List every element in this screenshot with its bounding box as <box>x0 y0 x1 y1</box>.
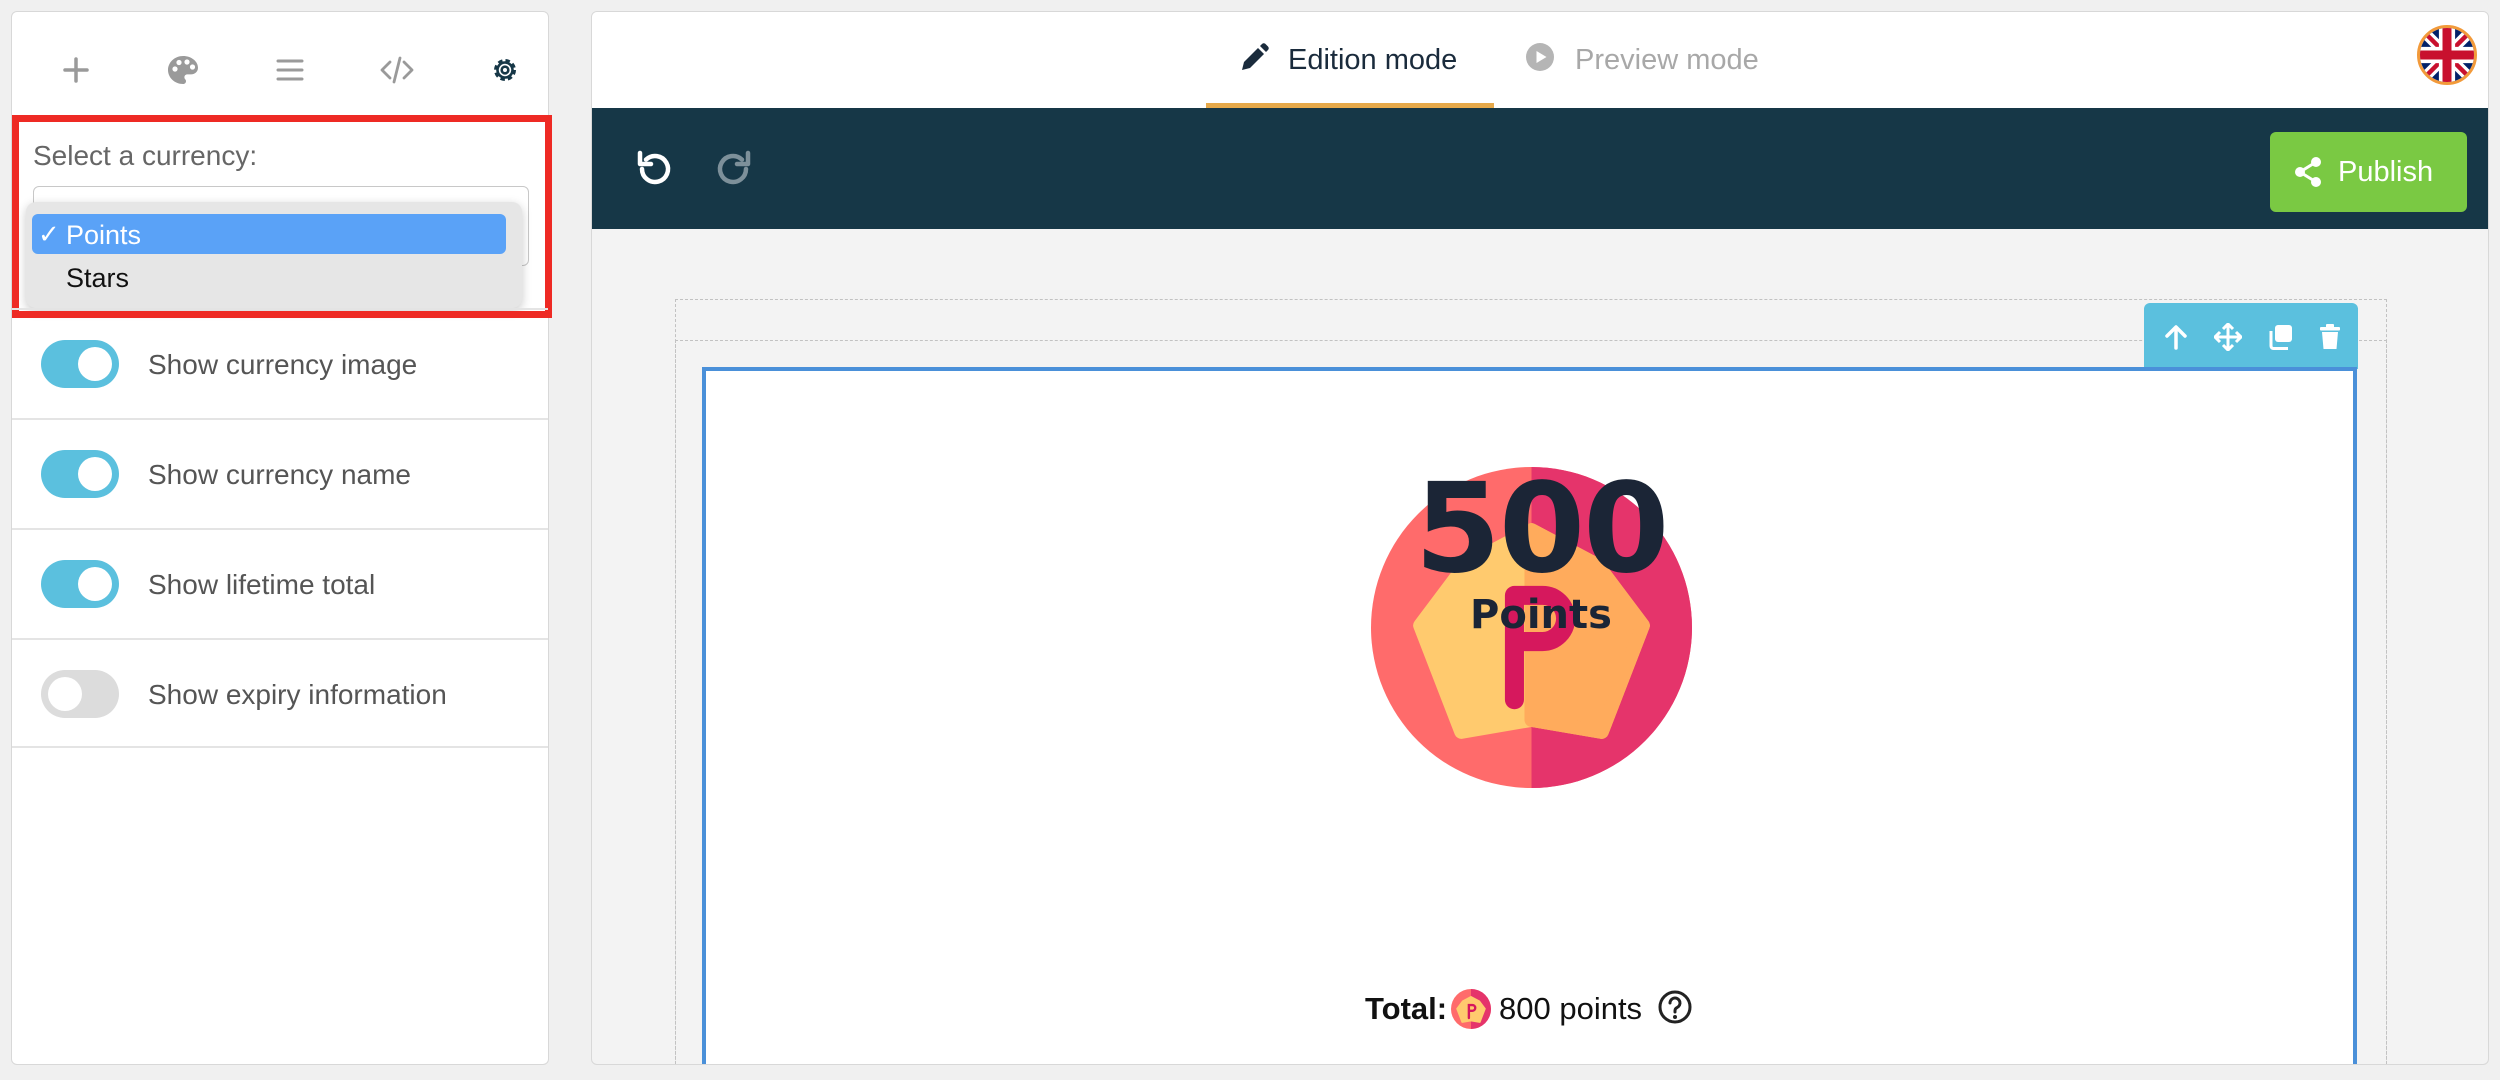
uk-flag-icon[interactable] <box>2417 25 2477 85</box>
share-icon <box>2295 157 2321 187</box>
undo-icon[interactable] <box>626 141 682 197</box>
tab-preview-mode[interactable]: Preview mode <box>1525 12 1775 108</box>
total-label: Total: <box>1365 991 1448 1026</box>
settings-panel: Select a currency: ✓ Points Stars Show c… <box>11 11 552 1065</box>
trash-icon[interactable] <box>2312 319 2348 355</box>
toggle-label: Show currency image <box>148 349 418 380</box>
total-value: 800 points <box>1499 991 1643 1026</box>
points-coin-small-icon <box>1451 989 1491 1029</box>
toggle-row-expiry-info: Show expiry information <box>12 638 548 748</box>
pencil-icon <box>1242 43 1269 70</box>
toggle-knob <box>78 347 112 381</box>
palette-icon[interactable] <box>155 42 211 98</box>
tab-edition-mode[interactable]: Edition mode <box>1238 12 1494 108</box>
code-icon[interactable] <box>369 42 425 98</box>
gear-icon[interactable] <box>477 42 533 98</box>
toggle-row-lifetime-total: Show lifetime total <box>12 528 548 638</box>
duplicate-icon[interactable] <box>2262 319 2298 355</box>
editor-actionbar: Publish <box>592 108 2488 229</box>
currency-image-toggle[interactable] <box>41 340 119 388</box>
play-circle-icon <box>1526 43 1554 71</box>
arrow-up-icon[interactable] <box>2158 319 2194 355</box>
help-circle-icon[interactable] <box>1657 989 1693 1025</box>
plus-icon[interactable] <box>48 42 104 98</box>
move-icon[interactable] <box>2210 319 2246 355</box>
toggle-label: Show currency name <box>148 459 412 490</box>
mode-tabs-bar: Edition mode Preview mode <box>592 12 2488 108</box>
toggle-row-currency-name: Show currency name <box>12 418 548 528</box>
lifetime-total-toggle[interactable] <box>41 560 119 608</box>
currency-name: Points <box>1470 592 1612 638</box>
points-balance: 500 <box>1414 457 1670 601</box>
panel-toolbar <box>12 12 548 106</box>
toggle-label: Show lifetime total <box>148 569 376 600</box>
currency-name-toggle[interactable] <box>41 450 119 498</box>
redo-icon[interactable] <box>706 141 762 197</box>
toggle-row-currency-image: Show currency image <box>12 308 548 418</box>
toggle-knob <box>78 457 112 491</box>
toggle-knob <box>78 567 112 601</box>
widget-toolbar <box>2144 303 2358 369</box>
toggle-label: Show expiry information <box>148 679 447 710</box>
list-icon[interactable] <box>262 42 318 98</box>
publish-label: Publish <box>2338 156 2434 188</box>
editor-canvas: Edition mode Preview mode Publish 500 Po… <box>591 11 2489 1065</box>
expiry-info-toggle[interactable] <box>41 670 119 718</box>
toggle-knob <box>48 677 82 711</box>
tab-label: Edition mode <box>1288 44 1458 76</box>
lifetime-total: Total: 800 points <box>1365 987 1725 1031</box>
publish-button[interactable]: Publish <box>2270 132 2467 212</box>
tab-label: Preview mode <box>1575 44 1759 76</box>
annotation-highlight-box <box>12 115 552 318</box>
